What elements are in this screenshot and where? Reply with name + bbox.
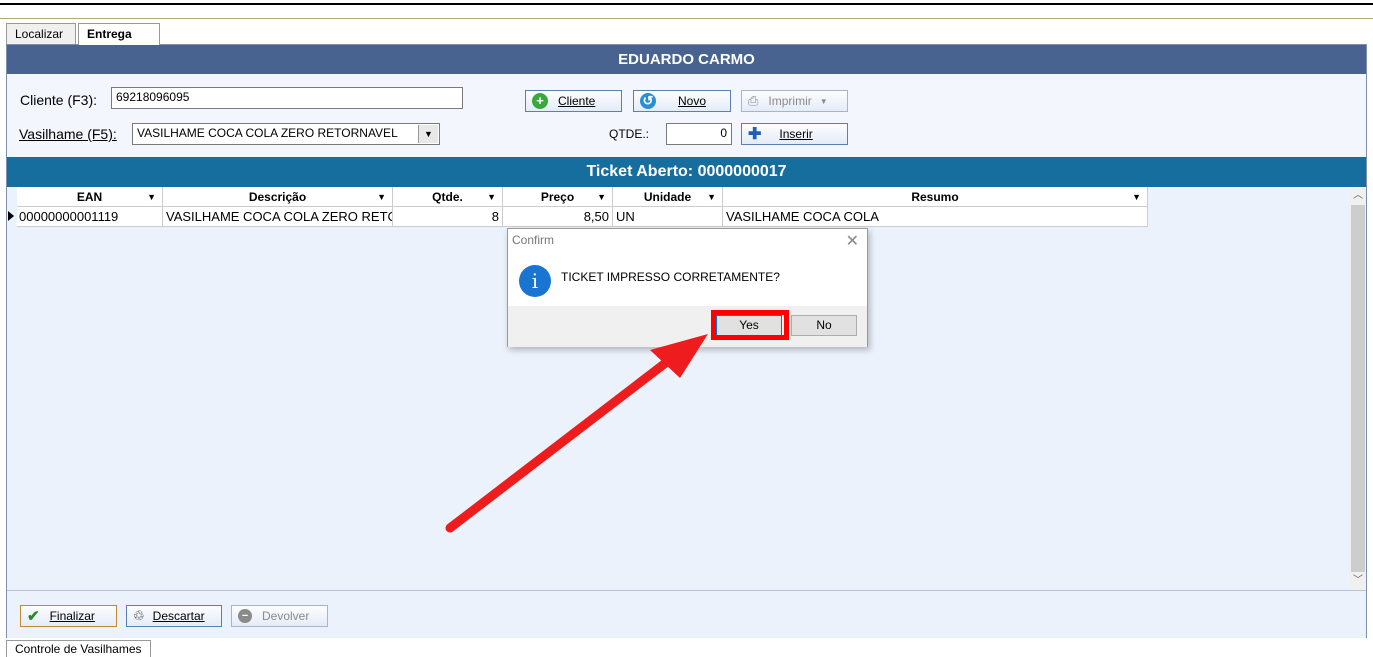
top-divider	[0, 3, 1373, 5]
column-header-unidade[interactable]: Unidade ▼	[613, 187, 723, 207]
cliente-input[interactable]: 69218096095	[111, 87, 463, 109]
column-header-ean[interactable]: EAN ▼	[17, 187, 163, 207]
plus-icon: ✚	[748, 126, 762, 143]
qtde-input[interactable]: 0	[666, 123, 732, 145]
table-cell-resumo[interactable]: VASILHAME COCA COLA	[723, 207, 1148, 227]
column-header-qtde[interactable]: Qtde. ▼	[393, 187, 503, 207]
cliente-button-label: Cliente	[558, 94, 596, 108]
scroll-thumb[interactable]	[1351, 205, 1365, 572]
minus-circle-icon: −	[238, 609, 252, 623]
row-indicator-icon	[8, 211, 14, 221]
descartar-button-label: Descartar	[152, 609, 205, 623]
dropdown-arrow-icon: ▼	[147, 192, 156, 202]
highlight-box	[711, 310, 789, 340]
table-cell-unidade[interactable]: UN	[613, 207, 723, 227]
inserir-button[interactable]: ✚ Inserir	[741, 123, 848, 145]
finalizar-button-label: Finalizar	[49, 609, 95, 623]
imprimir-button[interactable]: ⎙ Imprimir ▼	[741, 90, 848, 112]
tab-entrega[interactable]: Entrega	[78, 23, 160, 45]
check-icon: ✔	[27, 608, 40, 625]
plus-circle-icon: +	[532, 93, 548, 109]
refresh-icon: ↺	[640, 93, 656, 109]
devolver-button-label: Devolver	[262, 609, 310, 623]
column-header-label: Preço	[540, 190, 575, 204]
form-area: Cliente (F3): 69218096095 Vasilhame (F5)…	[7, 74, 1366, 157]
table-cell-preco[interactable]: 8,50	[503, 207, 613, 227]
tab-strip: Localizar Entrega	[0, 18, 1373, 45]
chevron-down-icon: ▼	[819, 96, 828, 106]
table-cell-qtde[interactable]: 8	[393, 207, 503, 227]
info-icon: i	[519, 265, 551, 297]
dropdown-arrow-icon: ▼	[597, 192, 606, 202]
table-cell-ean[interactable]: 00000000001119	[17, 207, 163, 227]
dialog-footer: Yes No	[508, 306, 867, 347]
client-name-header: EDUARDO CARMO	[7, 45, 1366, 74]
column-header-resumo[interactable]: Resumo ▼	[723, 187, 1148, 207]
discard-icon: ♲	[133, 608, 145, 623]
novo-button-label: Novo	[678, 94, 707, 108]
dropdown-arrow-icon: ▼	[1132, 192, 1141, 202]
cliente-label: Cliente (F3):	[20, 92, 98, 108]
vasilhame-label: Vasilhame (F5):	[19, 126, 117, 142]
column-header-label: Descrição	[248, 190, 307, 204]
status-tab-controle-vasilhames[interactable]: Controle de Vasilhames	[6, 640, 151, 657]
dropdown-arrow-icon: ▼	[707, 192, 716, 202]
scroll-down-icon[interactable]: ﹀	[1350, 573, 1366, 589]
close-icon[interactable]: ✕	[846, 231, 859, 251]
column-header-descricao[interactable]: Descrição ▼	[163, 187, 393, 207]
column-header-label: Unidade	[643, 190, 692, 204]
printer-icon: ⎙	[748, 93, 759, 108]
imprimir-button-label: Imprimir	[768, 94, 812, 108]
vasilhame-selected: VASILHAME COCA COLA ZERO RETORNAVEL	[137, 126, 398, 140]
bottom-action-bar: ✔ Finalizar ♲ Descartar − Devolver	[7, 590, 1366, 638]
novo-button[interactable]: ↺ Novo	[633, 90, 731, 112]
tab-localizar[interactable]: Localizar	[6, 23, 76, 45]
devolver-button[interactable]: − Devolver	[231, 605, 328, 627]
table-cell-descricao[interactable]: VASILHAME COCA COLA ZERO RETC	[163, 207, 393, 227]
scroll-up-icon[interactable]: ︿	[1350, 188, 1366, 204]
column-header-label: EAN	[76, 190, 103, 204]
qtde-label: QTDE.:	[609, 127, 650, 141]
cliente-button[interactable]: + Cliente	[525, 90, 622, 112]
no-button[interactable]: No	[791, 315, 857, 336]
column-header-label: Qtde.	[432, 190, 463, 204]
finalizar-button[interactable]: ✔ Finalizar	[20, 605, 117, 627]
confirm-dialog: Confirm ✕ i TICKET IMPRESSO CORRETAMENTE…	[507, 228, 868, 347]
dialog-message: TICKET IMPRESSO CORRETAMENTE?	[561, 270, 780, 284]
descartar-button[interactable]: ♲ Descartar	[126, 605, 222, 627]
vertical-scrollbar[interactable]: ︿ ﹀	[1350, 187, 1366, 590]
ticket-title-bar: Ticket Aberto: 0000000017	[7, 157, 1366, 187]
chevron-down-icon[interactable]: ▼	[418, 125, 438, 143]
column-header-label: Resumo	[911, 190, 959, 204]
dropdown-arrow-icon: ▼	[377, 192, 386, 202]
column-header-preco[interactable]: Preço ▼	[503, 187, 613, 207]
dialog-title: Confirm	[512, 233, 555, 247]
dropdown-arrow-icon: ▼	[487, 192, 496, 202]
inserir-button-label: Inserir	[779, 127, 813, 141]
vasilhame-select[interactable]: VASILHAME COCA COLA ZERO RETORNAVEL ▼	[132, 123, 440, 145]
